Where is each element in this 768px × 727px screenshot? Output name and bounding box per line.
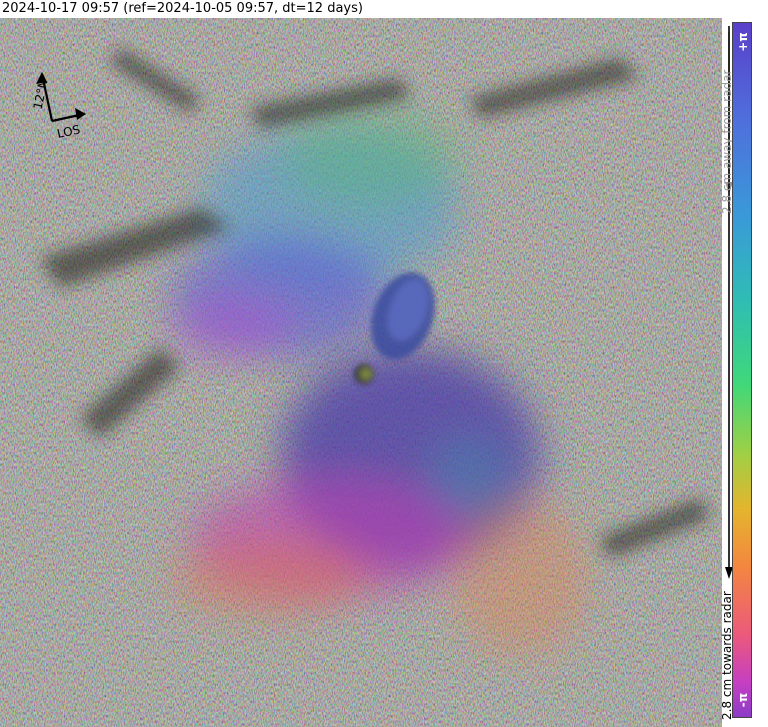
colorbar: 2.8 cm away from radar 2.8 cm towards ra… xyxy=(720,18,768,727)
colorbar-gradient: +π -π xyxy=(732,22,752,718)
colorbar-min-label: -π xyxy=(736,692,750,708)
image-title: 2024-10-17 09:57 (ref=2024-10-05 09:57, … xyxy=(2,1,363,16)
compass-north-label: 12°N xyxy=(31,78,51,110)
compass-los-label: LOS xyxy=(56,122,82,141)
colorbar-max-label: +π xyxy=(736,32,750,52)
interferogram-image xyxy=(0,18,722,727)
compass-los-icon: 12°N LOS xyxy=(31,72,86,141)
interferogram-map[interactable]: 12°N LOS xyxy=(0,18,722,727)
